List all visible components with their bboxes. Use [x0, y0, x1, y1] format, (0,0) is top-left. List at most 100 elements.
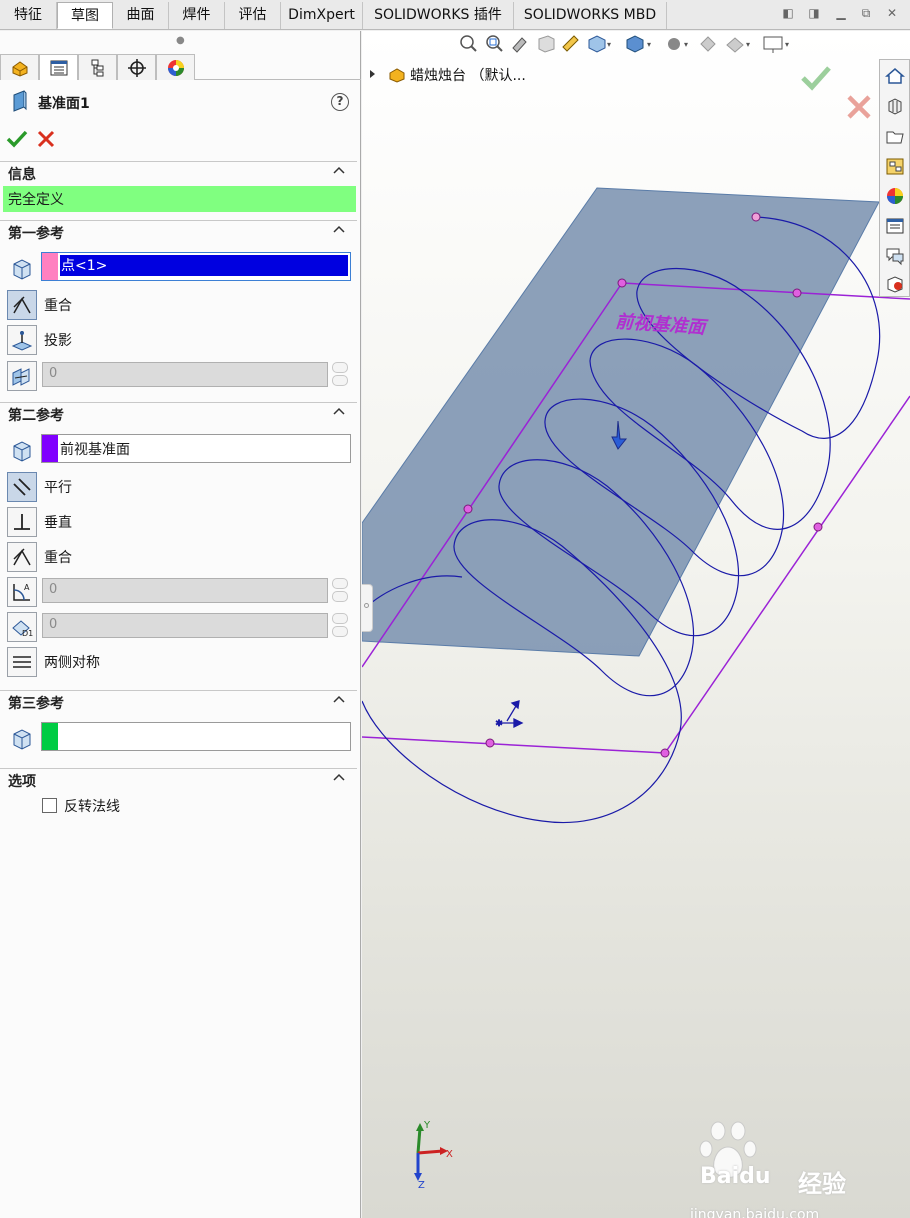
- ref1-distance-input[interactable]: 0: [42, 362, 328, 387]
- feature-manager-icon[interactable]: [0, 54, 39, 80]
- confirm-corner-ok-icon[interactable]: [800, 64, 832, 96]
- restore-right-icon[interactable]: ◨: [805, 6, 823, 20]
- apply-scene-icon: ▾: [726, 37, 750, 53]
- axis-z-label: Z: [418, 1180, 425, 1191]
- first-reference-color: [42, 253, 58, 280]
- svg-text:D1: D1: [22, 629, 33, 638]
- coincident-button-2[interactable]: [7, 542, 37, 572]
- minimize-icon[interactable]: ▁: [832, 6, 850, 20]
- tab-features[interactable]: 特征: [0, 2, 57, 29]
- restore-left-icon[interactable]: ◧: [779, 6, 797, 20]
- custom-properties-icon[interactable]: [885, 216, 905, 236]
- chevron-up-icon[interactable]: [333, 224, 345, 234]
- tree-expand-icon[interactable]: [370, 70, 375, 78]
- first-reference-selection[interactable]: 点<1>: [41, 252, 351, 281]
- appearances-icon[interactable]: [885, 186, 905, 206]
- flip-normal-label: 反转法线: [64, 799, 120, 815]
- first-reference-value: 点<1>: [60, 255, 348, 276]
- hide-show-items-icon: ▾: [668, 38, 688, 50]
- panel-collapse-handle[interactable]: [362, 584, 373, 632]
- solidworks-resources-icon[interactable]: [885, 274, 905, 294]
- third-reference-header[interactable]: 第三参考: [0, 690, 357, 712]
- dimxpert-manager-icon[interactable]: [117, 54, 156, 80]
- section-view-icon: [538, 35, 555, 53]
- tab-dimxpert[interactable]: DimXpert: [281, 2, 363, 29]
- file-explorer-icon[interactable]: [885, 126, 905, 146]
- graphics-viewport[interactable]: * 前视基准面 Y X Z ▾ ▾ ▾ ▾ ▾ 蜡烛烛台 （默认... Baid…: [362, 31, 910, 1218]
- watermark-url: jingyan.baidu.com: [690, 1207, 820, 1218]
- pm-title: 基准面1: [38, 96, 90, 112]
- perpendicular-button[interactable]: [7, 507, 37, 537]
- chevron-up-icon[interactable]: [333, 406, 345, 416]
- reference-entity-icon: [8, 724, 37, 753]
- maximize-icon[interactable]: ⧉: [857, 6, 875, 21]
- svg-text:▾: ▾: [607, 40, 611, 49]
- ref2-angle-input[interactable]: 0: [42, 578, 328, 603]
- ref2-angle-value: 0: [49, 582, 58, 597]
- help-icon[interactable]: ?: [331, 93, 349, 111]
- parallel-button[interactable]: [7, 472, 37, 502]
- reference-entity-icon: [8, 254, 37, 283]
- ref2-angle-spinner[interactable]: [332, 578, 350, 603]
- cancel-button[interactable]: [36, 129, 56, 153]
- parallel-label: 平行: [44, 480, 72, 496]
- first-reference-header[interactable]: 第一参考: [0, 220, 357, 242]
- ok-button[interactable]: [6, 129, 28, 153]
- watermark-brand: Baidu: [700, 1164, 771, 1189]
- helix-start-marker: *: [495, 700, 524, 733]
- tab-sketch[interactable]: 草图: [57, 2, 113, 29]
- panel-grip-icon[interactable]: ●: [176, 35, 185, 46]
- third-reference-label: 第三参考: [8, 696, 64, 712]
- reference-entity-icon: [8, 436, 37, 465]
- angle-icon: A: [7, 577, 37, 607]
- svg-text:▾: ▾: [684, 40, 688, 49]
- ref2-distance-spinner[interactable]: [332, 613, 350, 638]
- second-reference-header[interactable]: 第二参考: [0, 402, 357, 424]
- ref1-distance-value: 0: [49, 366, 58, 381]
- offset-distance-icon: [7, 361, 37, 391]
- tab-solidworks-mbd[interactable]: SOLIDWORKS MBD: [514, 2, 667, 29]
- coincident-label-2: 重合: [44, 550, 72, 566]
- property-manager-icon[interactable]: [39, 54, 78, 80]
- tab-solidworks-addins[interactable]: SOLIDWORKS 插件: [363, 2, 514, 29]
- home-icon[interactable]: [885, 66, 905, 86]
- tab-evaluate[interactable]: 评估: [225, 2, 281, 29]
- flip-normal-checkbox[interactable]: [42, 798, 57, 813]
- coordinate-triad: [414, 1123, 448, 1181]
- confirm-corner-cancel-icon[interactable]: [846, 94, 872, 124]
- edit-appearance-icon: [700, 36, 716, 52]
- display-manager-icon[interactable]: [156, 54, 195, 80]
- view-palette-icon[interactable]: [885, 156, 905, 176]
- ref1-distance-spinner[interactable]: [332, 362, 350, 387]
- ref2-distance-value: 0: [49, 617, 58, 632]
- options-section-header[interactable]: 选项: [0, 768, 357, 790]
- chevron-up-icon[interactable]: [333, 694, 345, 704]
- second-reference-label: 第二参考: [8, 408, 64, 424]
- svg-text:A: A: [24, 583, 30, 592]
- flyout-tree-item[interactable]: 蜡烛烛台 （默认...: [410, 65, 526, 85]
- third-reference-selection[interactable]: [41, 722, 351, 751]
- coincident-label: 重合: [44, 298, 72, 314]
- previous-view-icon: [512, 37, 527, 53]
- info-section-header[interactable]: 信息: [0, 161, 357, 183]
- svg-text:▾: ▾: [647, 40, 651, 49]
- coincident-button[interactable]: [7, 290, 37, 320]
- forum-icon[interactable]: [885, 246, 905, 266]
- chevron-up-icon[interactable]: [333, 772, 345, 782]
- close-icon[interactable]: ✕: [883, 6, 901, 20]
- tab-surfaces[interactable]: 曲面: [113, 2, 169, 29]
- tab-weldments[interactable]: 焊件: [169, 2, 225, 29]
- svg-text:▾: ▾: [785, 40, 789, 49]
- zoom-to-area-icon: [486, 35, 503, 52]
- command-manager-tabs: 特征 草图 曲面 焊件 评估 DimXpert SOLIDWORKS 插件 SO…: [0, 0, 910, 30]
- configuration-manager-icon[interactable]: [78, 54, 117, 80]
- property-manager-panel: ● 基准面1 ? 信息 完全定义 第一参考 点<1> 重合 投影 0 第二参考 …: [0, 31, 361, 1218]
- design-library-icon[interactable]: [885, 96, 905, 116]
- ref2-distance-input[interactable]: 0: [42, 613, 328, 638]
- second-reference-selection[interactable]: 前视基准面: [41, 434, 351, 463]
- second-reference-value: 前视基准面: [60, 442, 130, 458]
- mid-plane-button[interactable]: [7, 647, 37, 677]
- status-text: 完全定义: [8, 192, 64, 208]
- project-button[interactable]: [7, 325, 37, 355]
- chevron-up-icon[interactable]: [333, 165, 345, 175]
